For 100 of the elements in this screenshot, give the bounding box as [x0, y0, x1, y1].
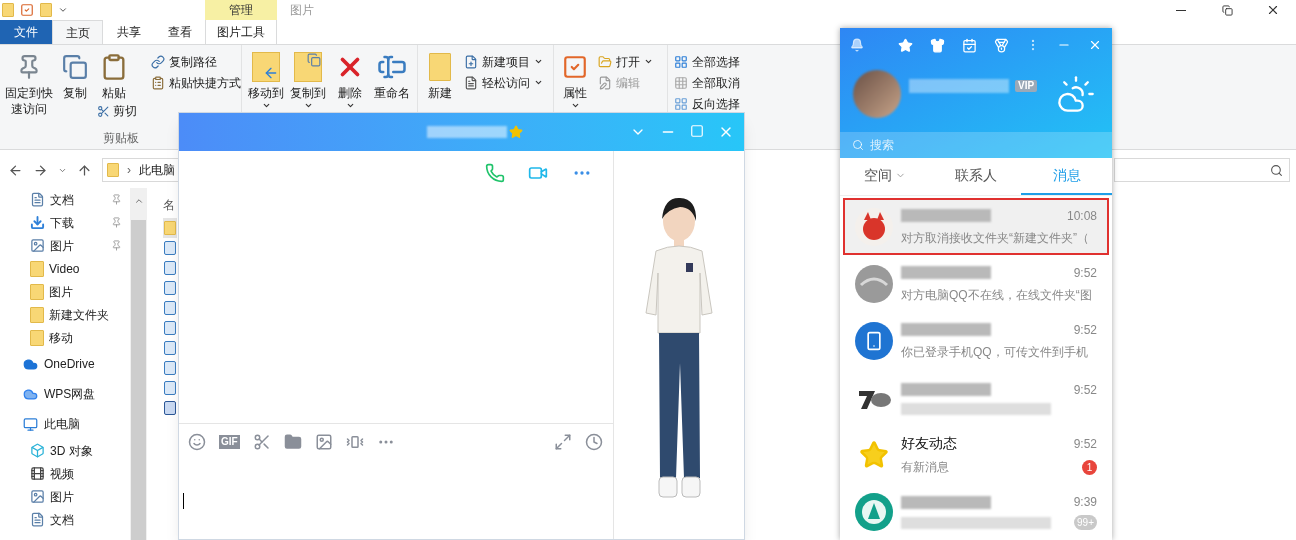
shirt-icon[interactable]	[930, 37, 945, 53]
nav-item[interactable]: 文档	[0, 188, 130, 211]
caret-icon[interactable]	[58, 5, 68, 15]
image-icon	[30, 238, 45, 253]
ribbon-button[interactable]: 粘贴	[99, 45, 129, 101]
avatar	[855, 492, 893, 531]
message-preview: 对方电脑QQ不在线，在线文件夹“图	[901, 286, 1092, 304]
back-button[interactable]	[8, 162, 23, 178]
nav-item[interactable]: 视频	[0, 462, 130, 485]
message-time: 9:52	[1073, 381, 1097, 399]
grid-icon	[674, 75, 688, 90]
ribbon-button[interactable]: 剪切	[97, 101, 137, 121]
breadcrumb-separator: ›	[127, 163, 131, 177]
folder-button[interactable]	[283, 432, 302, 451]
avatar[interactable]	[853, 70, 901, 118]
file-row[interactable]	[163, 298, 177, 318]
star-icon[interactable]	[898, 37, 913, 53]
scroll-thumb[interactable]	[131, 220, 146, 540]
folder-icon	[30, 306, 44, 323]
tab[interactable]: 联系人	[930, 158, 1022, 195]
minimize-icon	[1176, 9, 1186, 11]
phone-icon[interactable]	[485, 163, 505, 183]
file-row[interactable]	[163, 278, 177, 298]
nav-item[interactable]: 文档	[0, 508, 130, 531]
ribbon-tab[interactable]: 查看	[154, 20, 205, 44]
grid-icon	[674, 54, 688, 69]
copy-icon	[61, 54, 88, 80]
file-row[interactable]	[163, 398, 177, 418]
column-header[interactable]: 名	[163, 196, 175, 218]
up-button[interactable]	[77, 162, 92, 178]
folder-icon	[2, 3, 14, 17]
caret-icon	[644, 57, 653, 66]
nav-item[interactable]: OneDrive	[0, 349, 130, 379]
film-icon	[30, 466, 45, 481]
file-row[interactable]	[163, 358, 177, 378]
screenshot-button[interactable]	[252, 432, 271, 451]
nav-item[interactable]: 此电脑	[0, 409, 130, 439]
ribbon-button[interactable]: 新建项目	[464, 51, 543, 72]
folder-icon	[164, 221, 176, 235]
file-row[interactable]	[163, 318, 177, 338]
scroll-up-icon[interactable]	[133, 196, 144, 206]
ribbon-tab[interactable]: 文件	[0, 20, 52, 44]
file-row[interactable]	[163, 258, 177, 278]
ribbon-button[interactable]: 删除	[332, 45, 368, 110]
nav-item[interactable]: Video	[0, 257, 130, 280]
nav-item[interactable]: 移动	[0, 326, 130, 349]
scissors-icon	[97, 104, 110, 118]
ribbon-button[interactable]: 重命名	[374, 45, 410, 101]
nav-item[interactable]: WPS网盘	[0, 379, 130, 409]
ribbon-button[interactable]: 复制路径	[151, 51, 241, 72]
ribbon-button[interactable]: 属性	[560, 45, 590, 110]
close-button[interactable]	[1088, 38, 1102, 52]
nav-item[interactable]: 图片	[0, 234, 130, 257]
ribbon-button[interactable]: 移动到	[248, 45, 284, 110]
checklist-icon[interactable]	[20, 3, 34, 17]
conversation-row[interactable]: 好友动态 9:52 有新消息 1	[843, 426, 1109, 483]
ribbon-button[interactable]: 复制	[60, 45, 89, 101]
nav-item[interactable]: 新建文件夹	[0, 303, 130, 326]
calendar-icon[interactable]	[962, 37, 977, 53]
forward-button[interactable]	[33, 162, 48, 178]
emoji-button[interactable]	[188, 432, 206, 451]
ribbon-button[interactable]: 轻松访问	[464, 72, 543, 93]
ribbon-button[interactable]: 打开	[598, 51, 653, 72]
ribbon-button[interactable]: 全部选择	[674, 51, 740, 72]
address-bar[interactable]: › 此电脑	[102, 158, 178, 182]
properties-icon	[562, 53, 588, 81]
image-button[interactable]	[314, 432, 333, 451]
breadcrumb[interactable]: 此电脑	[139, 161, 175, 179]
search-field[interactable]	[1114, 158, 1290, 182]
ribbon-button[interactable]: 复制到	[290, 45, 326, 110]
conversation-row[interactable]: 9:52 对方电脑QQ不在线，在线文件夹“图	[843, 255, 1109, 312]
tab[interactable]: 空间	[840, 158, 931, 195]
pin-icon	[111, 217, 122, 228]
document-icon	[30, 512, 45, 527]
message-time: 9:52	[1073, 435, 1097, 453]
ribbon-button[interactable]: 全部取消	[674, 72, 740, 93]
ribbon-button[interactable]: 固定到快速访问	[4, 45, 55, 117]
cloud-icon	[22, 386, 39, 402]
expand-button[interactable]	[554, 432, 572, 451]
ribbon-tab[interactable]: 图片工具	[205, 20, 277, 44]
ribbon-button[interactable]: 粘贴快捷方式	[151, 72, 241, 93]
ribbon-tab[interactable]: 共享	[103, 20, 154, 44]
nav-item[interactable]: 图片	[0, 280, 130, 303]
image-icon	[30, 489, 45, 504]
ribbon-tab[interactable]: 主页	[52, 20, 103, 44]
file-row[interactable]	[163, 338, 177, 358]
conversation-row[interactable]: 9:52	[843, 369, 1109, 426]
nav-item[interactable]: 3D 对象	[0, 439, 130, 462]
maximize-button[interactable]	[690, 124, 704, 138]
file-row[interactable]	[163, 378, 177, 398]
file-row[interactable]	[163, 238, 177, 258]
nav-item[interactable]: 下载	[0, 211, 130, 234]
conversation-row[interactable]: 9:52 你已登录手机QQ，可传文件到手机	[843, 312, 1109, 369]
medal-icon[interactable]	[994, 37, 1009, 53]
history-button[interactable]	[585, 432, 603, 451]
download-icon	[30, 215, 45, 230]
nav-item[interactable]: 图片	[0, 485, 130, 508]
ribbon-button[interactable]: 新建	[424, 45, 456, 101]
bell-icon[interactable]	[850, 38, 864, 52]
image-file-icon	[164, 261, 176, 275]
